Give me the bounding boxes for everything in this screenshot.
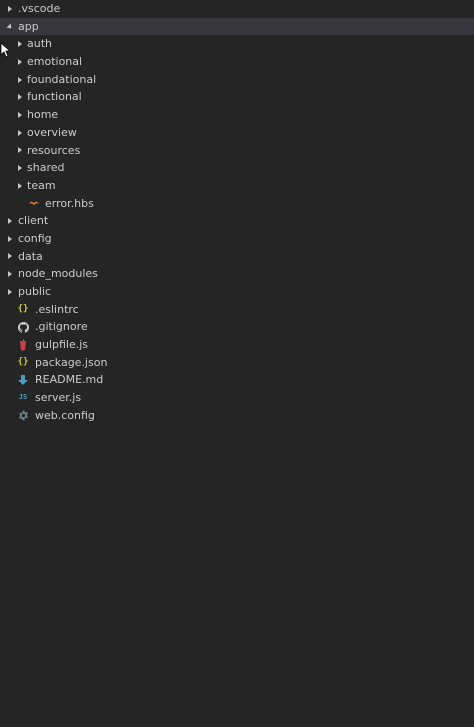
chevron-right-icon[interactable] <box>5 248 15 266</box>
chevron-right-icon[interactable] <box>15 106 25 124</box>
chevron-right-icon[interactable] <box>5 230 15 248</box>
file-label: web.config <box>35 408 95 422</box>
folder-label: public <box>18 285 52 298</box>
json-braces-icon: {} <box>17 356 29 367</box>
chevron-right-icon[interactable] <box>15 177 25 195</box>
folder-row-home[interactable]: home <box>0 106 474 124</box>
folder-row-app[interactable]: app <box>0 17 474 36</box>
file-row-package-json[interactable]: {} package.json <box>0 354 474 372</box>
folder-label: data <box>18 249 43 263</box>
file-row-gitignore[interactable]: .gitignore <box>0 318 474 336</box>
file-row-eslintrc[interactable]: {} .eslintrc <box>0 301 474 319</box>
folder-label: shared <box>27 161 65 175</box>
folder-row-team[interactable]: team <box>0 177 474 195</box>
folder-row-resources[interactable]: resources <box>0 142 474 160</box>
folder-label: auth <box>27 37 52 51</box>
chevron-down-icon[interactable] <box>5 18 15 36</box>
folder-label: resources <box>27 143 81 157</box>
chevron-right-icon[interactable] <box>15 35 25 53</box>
folder-row-foundational[interactable]: foundational <box>0 71 474 89</box>
chevron-right-icon[interactable] <box>15 71 25 89</box>
handlebars-icon <box>27 195 41 213</box>
file-label: package.json <box>35 355 108 369</box>
folder-label: home <box>27 108 59 122</box>
github-icon <box>16 318 30 336</box>
file-label: server.js <box>35 391 82 405</box>
file-row-web-config[interactable]: web.config <box>0 407 474 425</box>
gear-icon <box>16 407 30 425</box>
folder-row-client[interactable]: client <box>0 212 474 230</box>
chevron-right-icon[interactable] <box>15 124 25 142</box>
chevron-right-icon[interactable] <box>15 88 25 106</box>
file-row-server-js[interactable]: JS server.js <box>0 389 474 407</box>
json-braces-icon: {} <box>17 303 29 314</box>
chevron-right-icon[interactable] <box>5 283 15 301</box>
file-label: .eslintrc <box>35 302 79 316</box>
folder-row-shared[interactable]: shared <box>0 159 474 177</box>
chevron-right-icon[interactable] <box>15 159 25 177</box>
chevron-right-icon[interactable] <box>5 265 15 283</box>
file-label: error.hbs <box>45 196 94 210</box>
folder-label: app <box>18 19 39 33</box>
file-label: gulpfile.js <box>35 338 89 352</box>
folder-row-config[interactable]: config <box>0 230 474 248</box>
folder-label: client <box>18 214 49 228</box>
folder-row-public[interactable]: public <box>0 283 474 301</box>
folder-label: config <box>18 231 52 245</box>
folder-row-emotional[interactable]: emotional <box>0 53 474 71</box>
folder-label: emotional <box>27 55 83 69</box>
chevron-right-icon[interactable] <box>5 212 15 230</box>
folder-label: foundational <box>27 72 97 86</box>
file-row-gulpfile-js[interactable]: gulpfile.js <box>0 336 474 354</box>
file-label: .gitignore <box>35 320 88 334</box>
folder-label: overview <box>27 125 77 139</box>
chevron-right-icon[interactable] <box>5 0 15 18</box>
gulp-icon <box>16 336 30 354</box>
folder-label: node_modules <box>18 267 98 281</box>
javascript-icon: JS <box>18 393 28 402</box>
mouse-pointer-icon <box>0 42 10 58</box>
folder-row-data[interactable]: data <box>0 248 474 266</box>
file-explorer-tree: .vscode app auth emotional foundational funct… <box>0 0 474 727</box>
folder-row-auth[interactable]: auth <box>0 35 474 53</box>
folder-label: team <box>27 178 56 192</box>
folder-label: functional <box>27 90 82 104</box>
chevron-right-icon[interactable] <box>15 53 25 71</box>
file-row-error-hbs[interactable]: error.hbs <box>0 195 474 213</box>
folder-row-vscode[interactable]: .vscode <box>0 0 474 18</box>
folder-row-node-modules[interactable]: node_modules <box>0 265 474 283</box>
folder-row-overview[interactable]: overview <box>0 124 474 142</box>
chevron-right-icon[interactable] <box>15 142 25 160</box>
file-row-readme-md[interactable]: README.md <box>0 371 474 389</box>
file-label: README.md <box>35 373 104 387</box>
folder-label: .vscode <box>18 2 61 15</box>
markdown-download-icon <box>16 371 30 389</box>
folder-row-functional[interactable]: functional <box>0 88 474 106</box>
